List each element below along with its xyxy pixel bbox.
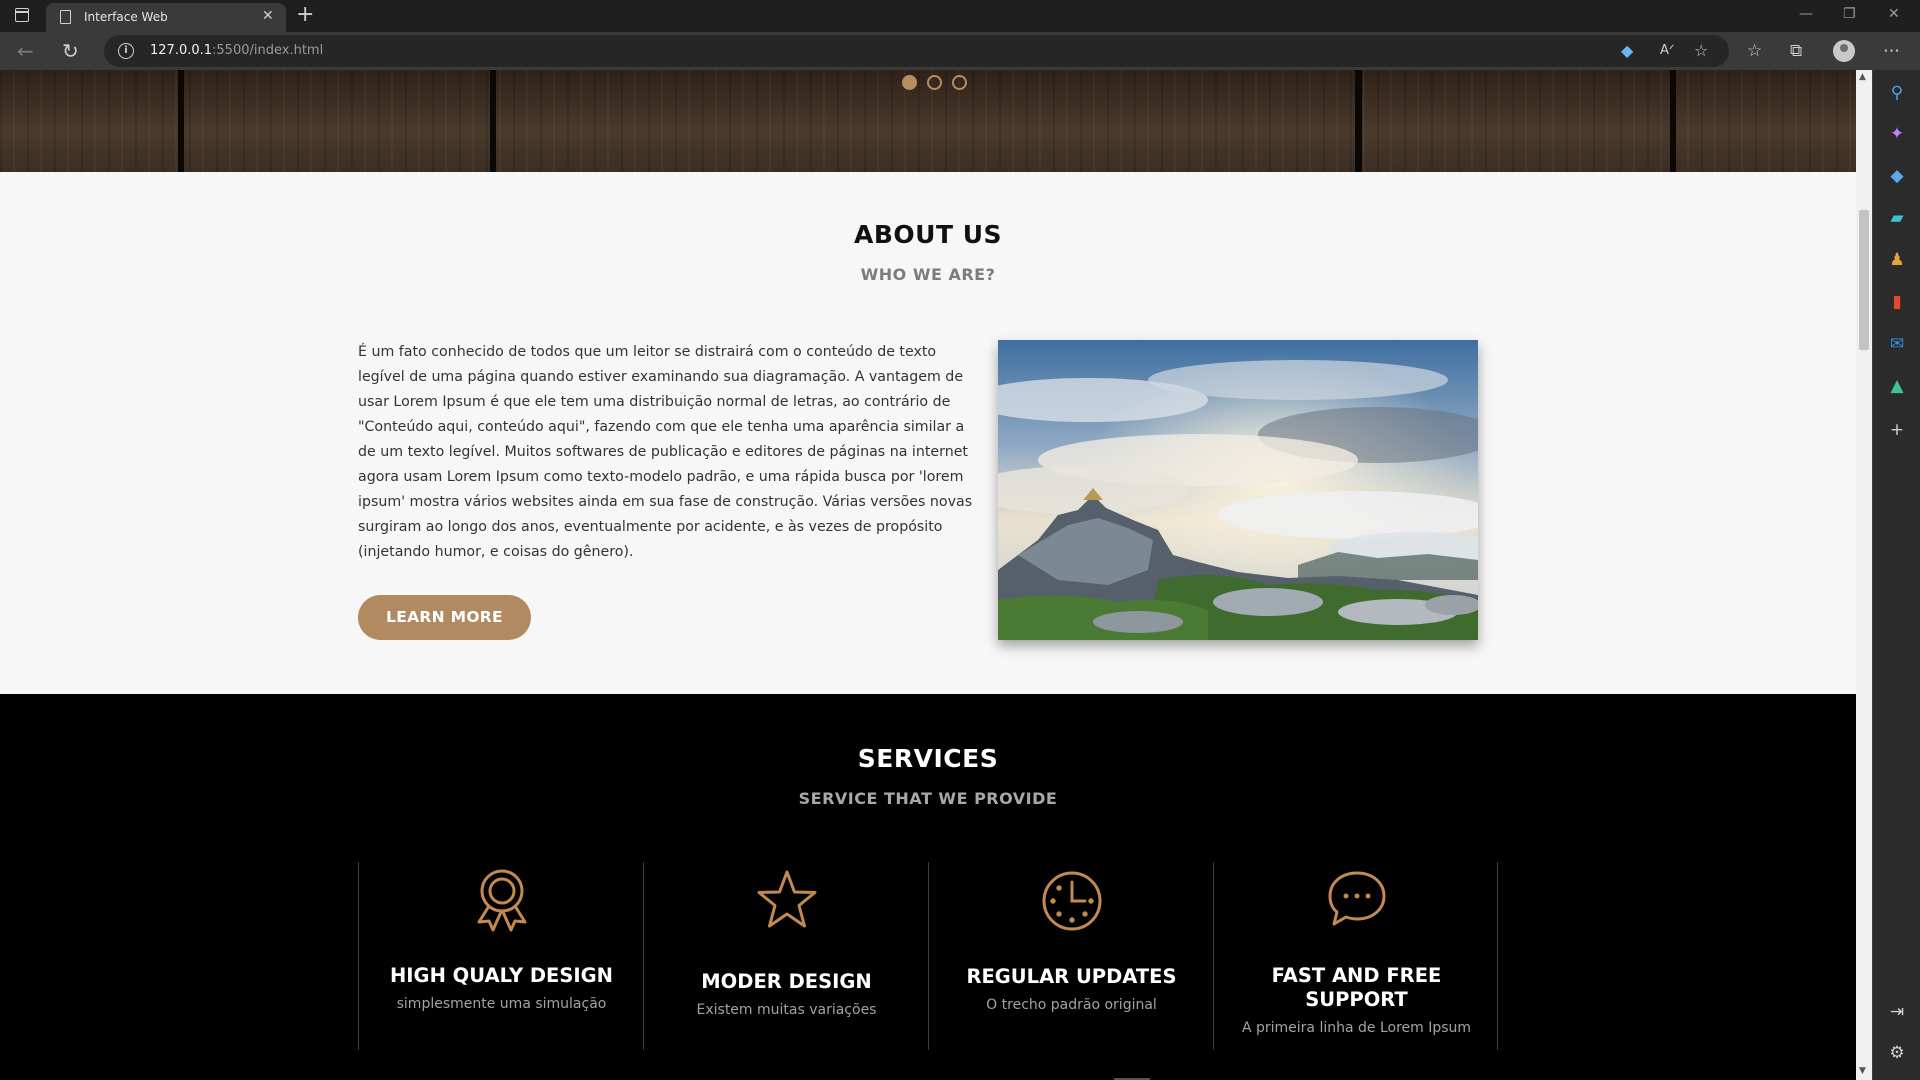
profile-avatar[interactable]: [1833, 40, 1855, 62]
about-paragraph: É um fato conhecido de todos que um leit…: [358, 344, 973, 560]
address-bar[interactable]: i 127.0.0.1:5500/index.html ◆ Aᐟ ☆: [104, 35, 1729, 67]
service-name: FAST AND FREE SUPPORT: [1271, 964, 1442, 1011]
service-card-4: FAST AND FREE SUPPORT A primeira linha d…: [1213, 862, 1498, 1050]
about-section: ABOUT US WHO WE ARE? É um fato conhecido…: [0, 172, 1856, 694]
slider-dot-2[interactable]: [927, 75, 942, 90]
close-window-icon[interactable]: ✕: [1888, 6, 1900, 22]
service-description: Existem muitas variações: [696, 1002, 877, 1018]
tab-title: Interface Web: [84, 10, 168, 24]
office-icon[interactable]: ▮: [1887, 292, 1907, 312]
services-title: SERVICES: [857, 744, 999, 773]
service-description: simplesmente uma simulação: [396, 996, 607, 1012]
service-card-2: MODER DESIGN Existem muitas variações: [643, 862, 928, 1050]
service-name: MODER DESIGN: [701, 970, 872, 993]
minimize-icon[interactable]: —: [1799, 6, 1813, 22]
scrollbar-thumb[interactable]: [1859, 210, 1869, 350]
page-viewport: ABOUT US WHO WE ARE? É um fato conhecido…: [0, 70, 1856, 1080]
search-icon[interactable]: ⚲: [1887, 83, 1907, 103]
service-card-1: HIGH QUALY DESIGN simplesmente uma simul…: [358, 862, 643, 1050]
tab-actions-icon[interactable]: [15, 8, 29, 22]
slider-dot-1[interactable]: [902, 75, 917, 90]
tools-icon[interactable]: ▰: [1887, 208, 1907, 228]
close-tab-icon[interactable]: ✕: [262, 8, 274, 24]
slider-dots: [902, 75, 967, 90]
shopping-tag-icon[interactable]: ◆: [1887, 166, 1907, 186]
refresh-icon[interactable]: ↻: [62, 39, 79, 63]
add-favorite-icon[interactable]: ☆: [1694, 41, 1708, 60]
browser-tab[interactable]: Interface Web ✕: [46, 3, 286, 32]
service-description: A primeira linha de Lorem Ipsum: [1241, 1020, 1472, 1036]
mountain-landscape-image: [998, 340, 1478, 640]
collections-icon[interactable]: ⧉: [1790, 41, 1802, 61]
edge-sidebar: ⚲ ✦ ◆ ▰ ♟ ▮ ✉ ▲ + ⇥ ⚙: [1872, 70, 1920, 1080]
coupon-tag-icon[interactable]: ◆: [1621, 41, 1633, 60]
page-scrollbar[interactable]: ▲ ▼: [1856, 70, 1872, 1080]
learn-more-button[interactable]: LEARN MORE: [358, 595, 531, 640]
services-section: SERVICES SERVICE THAT WE PROVIDE HIGH QU…: [0, 694, 1856, 1080]
services-subtitle: SERVICE THAT WE PROVIDE: [798, 789, 1058, 808]
more-options-icon[interactable]: ⋯: [1883, 41, 1900, 61]
favorites-icon[interactable]: ☆: [1747, 41, 1762, 61]
info-icon[interactable]: i: [118, 43, 134, 59]
slider-dot-3[interactable]: [952, 75, 967, 90]
service-description: O trecho padrão original: [986, 997, 1157, 1013]
service-name: REGULAR UPDATES: [966, 965, 1177, 988]
url-text[interactable]: 127.0.0.1:5500/index.html: [150, 43, 323, 58]
read-aloud-icon[interactable]: Aᐟ: [1660, 43, 1674, 58]
about-subtitle: WHO WE ARE?: [860, 265, 996, 284]
service-name: HIGH QUALY DESIGN: [389, 964, 614, 987]
games-icon[interactable]: ♟: [1887, 250, 1907, 270]
hide-sidebar-icon[interactable]: ⇥: [1887, 1002, 1907, 1022]
award-ribbon-icon: [477, 869, 527, 932]
drop-icon[interactable]: ▲: [1887, 376, 1907, 396]
page-icon: [60, 10, 71, 24]
browser-toolbar: ← ↻ i 127.0.0.1:5500/index.html ◆ Aᐟ ☆ ☆…: [0, 32, 1920, 70]
clock-icon: [1042, 871, 1102, 931]
add-sidebar-app-icon[interactable]: +: [1887, 420, 1907, 440]
scroll-up-arrow-icon[interactable]: ▲: [1859, 72, 1866, 82]
browser-titlebar: Interface Web ✕ + — ❐ ✕: [0, 0, 1920, 32]
hero-wood-banner: [0, 70, 1856, 172]
settings-gear-icon[interactable]: ⚙: [1887, 1043, 1907, 1063]
star-icon: [757, 870, 817, 928]
new-tab-icon[interactable]: +: [296, 2, 314, 27]
back-icon[interactable]: ←: [17, 39, 34, 63]
service-card-3: REGULAR UPDATES O trecho padrão original: [928, 862, 1213, 1050]
chat-bubble-icon: [1328, 871, 1386, 926]
about-title: ABOUT US: [853, 220, 1003, 249]
scroll-down-arrow-icon[interactable]: ▼: [1859, 1066, 1866, 1076]
outlook-icon[interactable]: ✉: [1887, 334, 1907, 354]
copilot-sparkle-icon[interactable]: ✦: [1887, 124, 1907, 144]
restore-icon[interactable]: ❐: [1843, 6, 1856, 22]
